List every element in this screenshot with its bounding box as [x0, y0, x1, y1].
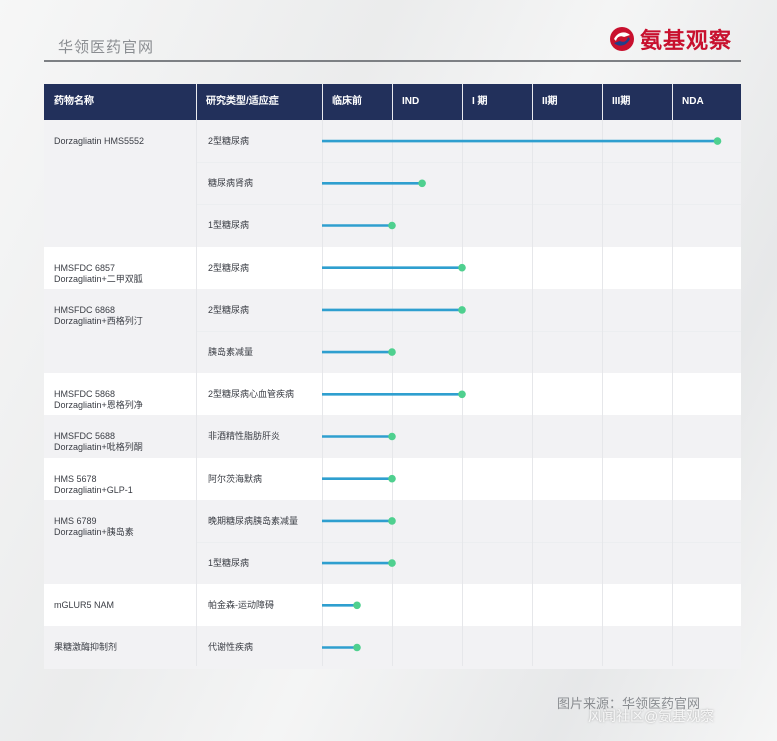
progress-marker	[388, 221, 396, 230]
progress-marker	[388, 432, 396, 441]
progress-marker	[353, 643, 361, 652]
logo-text: 氨基观察	[640, 28, 733, 54]
page-title: 华领医药官网	[58, 39, 155, 56]
progress-marker	[388, 474, 396, 483]
progress-marker	[418, 179, 426, 188]
progress-marker	[458, 306, 466, 314]
watermark: 风闻社区@氨基观察	[588, 708, 715, 724]
progress-bars	[322, 137, 722, 652]
logo-mark-icon	[610, 27, 634, 51]
logo: 氨基观察	[608, 24, 732, 54]
progress-marker	[458, 390, 466, 399]
progress-marker	[388, 517, 396, 525]
progress-marker	[388, 559, 396, 567]
header-divider	[44, 60, 741, 62]
progress-marker	[458, 263, 466, 272]
progress-marker	[713, 137, 722, 145]
progress-marker	[388, 348, 396, 356]
pipeline-table: 药物名称 研究类型/适应症 临床前 IND I 期 II期 III期 NDA Dorzagli…	[44, 84, 741, 669]
progress-marker	[353, 601, 361, 610]
